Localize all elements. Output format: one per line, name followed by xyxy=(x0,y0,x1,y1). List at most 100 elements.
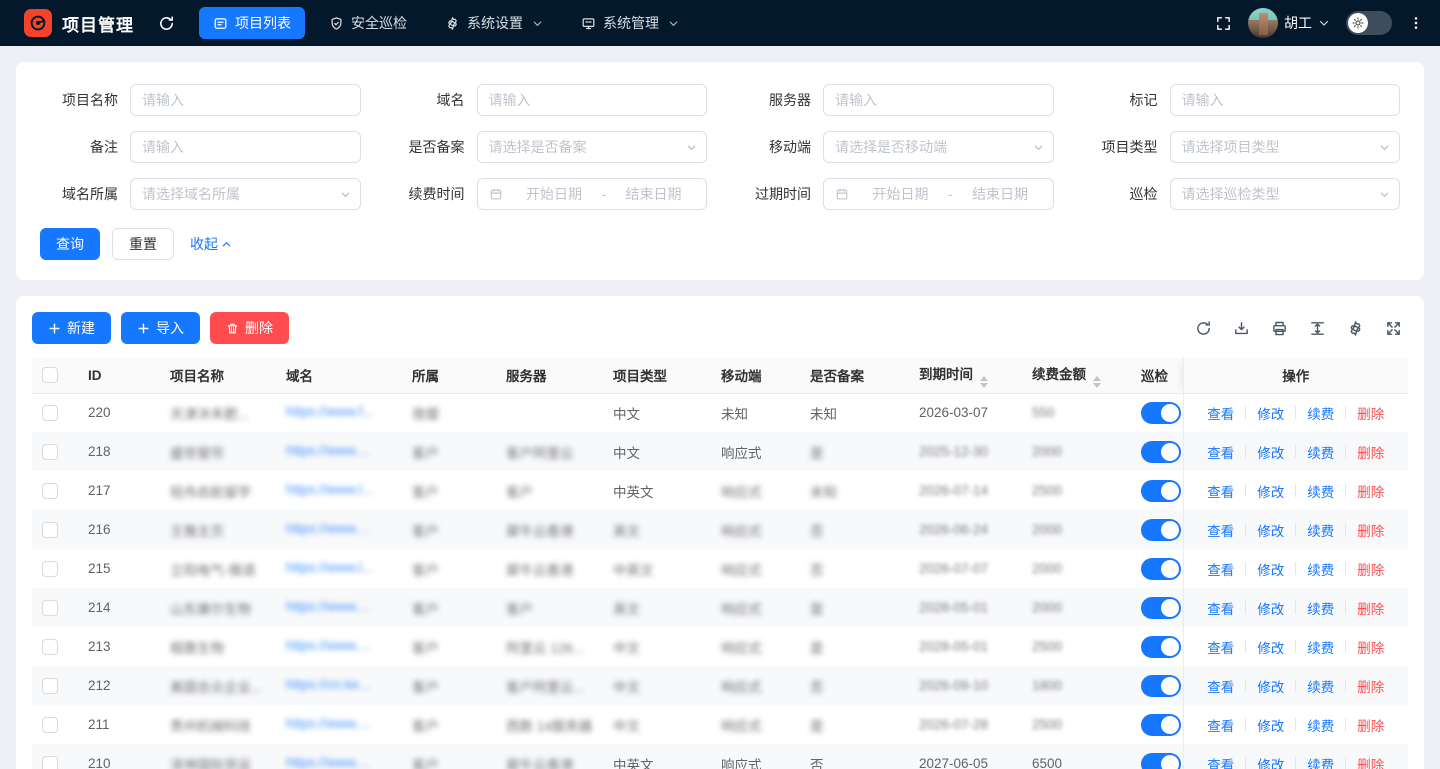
action-delete[interactable]: 删除 xyxy=(1346,676,1395,696)
action-renew[interactable]: 续费 xyxy=(1296,442,1345,462)
row-checkbox[interactable] xyxy=(42,756,58,769)
action-renew[interactable]: 续费 xyxy=(1296,481,1345,501)
delete-button[interactable]: 删除 xyxy=(210,312,289,344)
action-renew[interactable]: 续费 xyxy=(1296,676,1345,696)
domain-link[interactable]: https://www.... xyxy=(286,599,370,614)
action-edit[interactable]: 修改 xyxy=(1246,598,1295,618)
inspect-toggle[interactable] xyxy=(1141,714,1181,736)
refresh-icon[interactable] xyxy=(158,15,175,32)
action-renew[interactable]: 续费 xyxy=(1296,403,1345,423)
row-checkbox[interactable] xyxy=(42,444,58,460)
action-renew[interactable]: 续费 xyxy=(1296,754,1345,769)
action-renew[interactable]: 续费 xyxy=(1296,715,1345,735)
inspect-toggle[interactable] xyxy=(1141,441,1181,463)
action-delete[interactable]: 删除 xyxy=(1346,754,1395,769)
row-checkbox[interactable] xyxy=(42,639,58,655)
nav-item-3[interactable]: 系统设置 xyxy=(431,7,557,39)
action-view[interactable]: 查看 xyxy=(1196,403,1245,423)
sort-icons[interactable] xyxy=(1093,376,1101,388)
filter-select[interactable]: 请选择是否移动端 xyxy=(823,131,1054,163)
action-view[interactable]: 查看 xyxy=(1196,676,1245,696)
action-view[interactable]: 查看 xyxy=(1196,559,1245,579)
fullscreen-icon[interactable] xyxy=(1215,15,1232,32)
inspect-toggle[interactable] xyxy=(1141,402,1181,424)
kebab-menu-icon[interactable] xyxy=(1408,15,1424,31)
nav-item-2[interactable]: 安全巡检 xyxy=(315,7,421,39)
action-edit[interactable]: 修改 xyxy=(1246,520,1295,540)
domain-link[interactable]: https://www.l... xyxy=(286,560,373,575)
action-renew[interactable]: 续费 xyxy=(1296,520,1345,540)
nav-item-1[interactable]: 项目列表 xyxy=(199,7,305,39)
import-button[interactable]: 导入 xyxy=(121,312,200,344)
action-delete[interactable]: 删除 xyxy=(1346,715,1395,735)
domain-link[interactable]: https://www.... xyxy=(286,755,370,769)
action-view[interactable]: 查看 xyxy=(1196,598,1245,618)
filter-select[interactable]: 请选择巡检类型 xyxy=(1170,178,1401,210)
column-header[interactable]: 到期时间 xyxy=(909,358,1022,393)
filter-input[interactable]: 请输入 xyxy=(823,84,1054,116)
action-renew[interactable]: 续费 xyxy=(1296,598,1345,618)
action-edit[interactable]: 修改 xyxy=(1246,754,1295,769)
filter-daterange[interactable]: 开始日期-结束日期 xyxy=(477,178,708,210)
filter-select[interactable]: 请选择项目类型 xyxy=(1170,131,1401,163)
filter-input[interactable]: 请输入 xyxy=(1170,84,1401,116)
filter-daterange[interactable]: 开始日期-结束日期 xyxy=(823,178,1054,210)
column-header[interactable]: 续费金额 xyxy=(1022,358,1131,393)
action-edit[interactable]: 修改 xyxy=(1246,715,1295,735)
filter-select[interactable]: 请选择是否备案 xyxy=(477,131,708,163)
action-delete[interactable]: 删除 xyxy=(1346,598,1395,618)
action-view[interactable]: 查看 xyxy=(1196,637,1245,657)
action-delete[interactable]: 删除 xyxy=(1346,442,1395,462)
inspect-toggle[interactable] xyxy=(1141,519,1181,541)
action-delete[interactable]: 删除 xyxy=(1346,403,1395,423)
domain-link[interactable]: https://www.l... xyxy=(286,482,373,497)
domain-link[interactable]: https://www.... xyxy=(286,443,370,458)
row-checkbox[interactable] xyxy=(42,561,58,577)
filter-input[interactable]: 请输入 xyxy=(130,131,361,163)
inspect-toggle[interactable] xyxy=(1141,558,1181,580)
action-delete[interactable]: 删除 xyxy=(1346,637,1395,657)
filter-select[interactable]: 请选择域名所属 xyxy=(130,178,361,210)
inspect-toggle[interactable] xyxy=(1141,597,1181,619)
domain-link[interactable]: https://www.f... xyxy=(286,404,374,419)
user-menu[interactable]: 胡工 xyxy=(1248,8,1330,38)
domain-link[interactable]: https://www.... xyxy=(286,638,370,653)
row-height-icon[interactable] xyxy=(1309,320,1326,337)
action-view[interactable]: 查看 xyxy=(1196,520,1245,540)
inspect-toggle[interactable] xyxy=(1141,480,1181,502)
action-view[interactable]: 查看 xyxy=(1196,442,1245,462)
action-view[interactable]: 查看 xyxy=(1196,754,1245,769)
action-edit[interactable]: 修改 xyxy=(1246,442,1295,462)
action-edit[interactable]: 修改 xyxy=(1246,637,1295,657)
search-button[interactable]: 查询 xyxy=(40,228,100,260)
theme-toggle[interactable] xyxy=(1346,11,1392,35)
inspect-toggle[interactable] xyxy=(1141,675,1181,697)
fullscreen-icon[interactable] xyxy=(1385,320,1402,337)
row-checkbox[interactable] xyxy=(42,678,58,694)
inspect-toggle[interactable] xyxy=(1141,753,1181,769)
filter-input[interactable]: 请输入 xyxy=(477,84,708,116)
inspect-toggle[interactable] xyxy=(1141,636,1181,658)
select-all-checkbox[interactable] xyxy=(42,367,58,383)
domain-link[interactable]: https://www.... xyxy=(286,716,370,731)
refresh-icon[interactable] xyxy=(1195,320,1212,337)
reset-button[interactable]: 重置 xyxy=(112,228,174,260)
row-checkbox[interactable] xyxy=(42,483,58,499)
sort-icons[interactable] xyxy=(980,376,988,388)
action-edit[interactable]: 修改 xyxy=(1246,559,1295,579)
settings-icon[interactable] xyxy=(1347,320,1364,337)
action-view[interactable]: 查看 xyxy=(1196,715,1245,735)
download-icon[interactable] xyxy=(1233,320,1250,337)
action-edit[interactable]: 修改 xyxy=(1246,403,1295,423)
action-edit[interactable]: 修改 xyxy=(1246,676,1295,696)
action-delete[interactable]: 删除 xyxy=(1346,559,1395,579)
row-checkbox[interactable] xyxy=(42,600,58,616)
collapse-link[interactable]: 收起 xyxy=(190,234,232,254)
row-checkbox[interactable] xyxy=(42,522,58,538)
row-checkbox[interactable] xyxy=(42,405,58,421)
action-renew[interactable]: 续费 xyxy=(1296,637,1345,657)
new-button[interactable]: 新建 xyxy=(32,312,111,344)
row-checkbox[interactable] xyxy=(42,717,58,733)
domain-link[interactable]: https://www.... xyxy=(286,521,370,536)
action-edit[interactable]: 修改 xyxy=(1246,481,1295,501)
